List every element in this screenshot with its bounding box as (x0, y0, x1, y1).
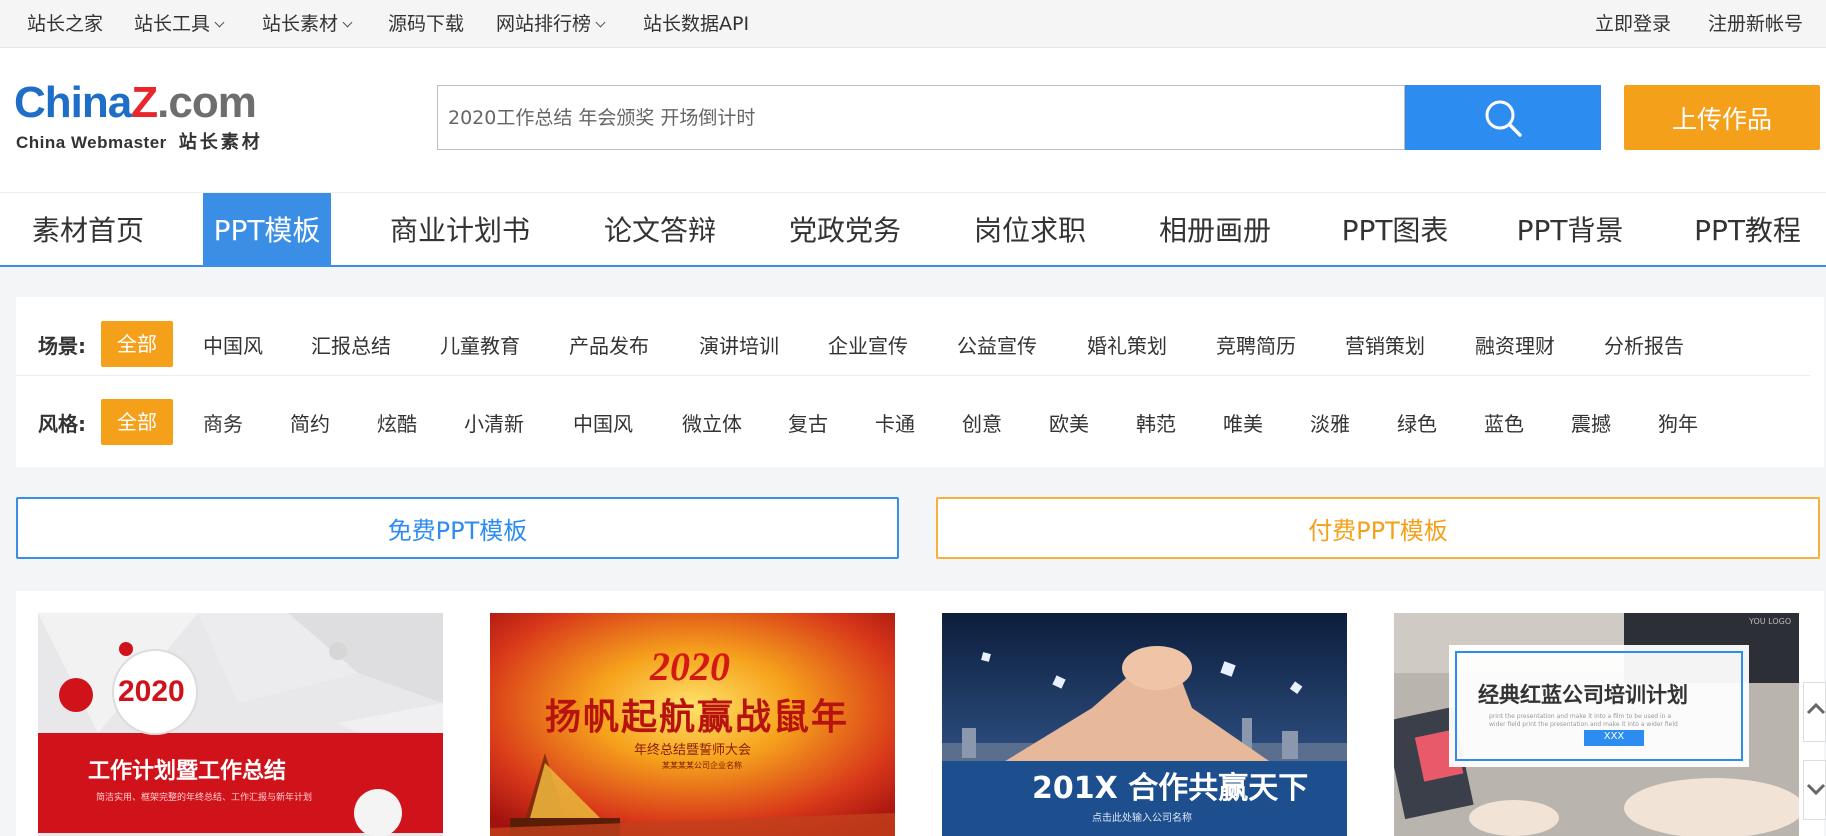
card-year: 2020 (650, 644, 730, 689)
chevron-down-icon (595, 17, 606, 28)
style-option[interactable]: 复古 (788, 408, 828, 437)
topbar-link-tools[interactable]: 站长工具 (134, 9, 225, 36)
style-option[interactable]: 小清新 (464, 408, 524, 437)
upload-button[interactable]: 上传作品 (1624, 85, 1820, 150)
scene-option[interactable]: 婚礼策划 (1087, 330, 1167, 359)
scene-option[interactable]: 竞聘简历 (1216, 330, 1296, 359)
scene-option[interactable]: 儿童教育 (440, 330, 520, 359)
topbar-link-home[interactable]: 站长之家 (27, 9, 103, 36)
style-option[interactable]: 淡雅 (1310, 408, 1350, 437)
card-desc-line: print the presentation and make it into … (1489, 713, 1672, 720)
scene-option[interactable]: 企业宣传 (828, 330, 908, 359)
card-title: 201X 合作共赢天下 (1032, 771, 1309, 806)
card-subtitle: 年终总结暨誓师大会 (634, 743, 752, 758)
style-option[interactable]: 蓝色 (1484, 408, 1524, 437)
scene-option[interactable]: 公益宣传 (957, 330, 1037, 359)
scene-option[interactable]: 中国风 (203, 330, 263, 359)
topbar-link-ranking[interactable]: 网站排行榜 (496, 9, 606, 36)
top-bar: 站长之家 站长工具 站长素材 源码下载 网站排行榜 站长数据API 立即登录 注… (0, 0, 1826, 48)
style-option[interactable]: 微立体 (682, 408, 742, 437)
nav-item-ppt-tutorial[interactable]: PPT教程 (1675, 193, 1820, 265)
style-option[interactable]: 创意 (962, 408, 1002, 437)
template-grid: 2020 工作计划暨工作总结 简洁实用、框架完整的年终总结、工作汇报与新年计划 … (16, 591, 1824, 836)
card-title: 扬帆起航赢战鼠年 (545, 697, 850, 738)
template-card[interactable]: 2020 工作计划暨工作总结 简洁实用、框架完整的年终总结、工作汇报与新年计划 (38, 613, 443, 836)
scene-option[interactable]: 产品发布 (569, 330, 649, 359)
nav-item-home[interactable]: 素材首页 (18, 193, 158, 265)
nav-item-thesis[interactable]: 论文答辩 (590, 193, 730, 265)
category-nav: 素材首页 PPT模板 商业计划书 论文答辩 党政党务 岗位求职 相册画册 PPT… (0, 192, 1826, 267)
topbar-link-source[interactable]: 源码下载 (388, 9, 464, 36)
style-option[interactable]: 震撼 (1571, 408, 1611, 437)
scene-filter-row: 场景: 全部 中国风 汇报总结 儿童教育 产品发布 演讲培训 企业宣传 公益宣传… (16, 297, 1810, 376)
scene-option[interactable]: 融资理财 (1475, 330, 1555, 359)
style-option[interactable]: 商务 (203, 408, 243, 437)
card-title: 工作计划暨工作总结 (88, 759, 287, 784)
scene-filter-label: 场景: (38, 334, 86, 358)
login-link[interactable]: 立即登录 (1595, 9, 1671, 36)
free-templates-tab[interactable]: 免费PPT模板 (16, 497, 899, 559)
chevron-down-icon (214, 17, 225, 28)
logo-subtitle: China Webmaster 站长素材 (16, 132, 263, 152)
scene-option-all[interactable]: 全部 (101, 321, 173, 367)
filter-panel: 场景: 全部 中国风 汇报总结 儿童教育 产品发布 演讲培训 企业宣传 公益宣传… (16, 297, 1824, 467)
style-option-all[interactable]: 全部 (101, 399, 173, 445)
style-option[interactable]: 中国风 (573, 408, 633, 437)
card-subtitle: 简洁实用、框架完整的年终总结、工作汇报与新年计划 (96, 793, 313, 803)
register-link[interactable]: 注册新帐号 (1708, 9, 1803, 36)
search-button[interactable] (1405, 85, 1601, 150)
topbar-link-api[interactable]: 站长数据API (643, 9, 749, 36)
topbar-link-material[interactable]: 站长素材 (262, 9, 353, 36)
scroll-top-button[interactable] (1803, 682, 1826, 742)
arrow-up-icon (1806, 702, 1826, 715)
nav-item-party[interactable]: 党政党务 (775, 193, 915, 265)
search-input[interactable] (438, 86, 1404, 149)
card-title: 经典红蓝公司培训计划 (1478, 683, 1688, 707)
chevron-down-icon (342, 17, 353, 28)
scene-option[interactable]: 分析报告 (1604, 330, 1684, 359)
template-card[interactable]: 经典红蓝公司培训计划 print the presentation and ma… (1394, 613, 1799, 836)
style-option[interactable]: 炫酷 (377, 408, 417, 437)
card-desc-line: wider field print the presentation and m… (1489, 721, 1678, 728)
style-option[interactable]: 韩范 (1136, 408, 1176, 437)
logo-wordmark: ChinaZ.com (14, 78, 257, 127)
nav-item-ppt-background[interactable]: PPT背景 (1500, 193, 1640, 265)
arrow-down-icon (1806, 783, 1826, 796)
style-option[interactable]: 简约 (290, 408, 330, 437)
nav-item-ppt-template[interactable]: PPT模板 (203, 193, 331, 265)
paid-templates-tab[interactable]: 付费PPT模板 (936, 497, 1820, 559)
scene-option[interactable]: 演讲培训 (699, 330, 779, 359)
style-option[interactable]: 唯美 (1223, 408, 1263, 437)
nav-item-ppt-chart[interactable]: PPT图表 (1325, 193, 1465, 265)
nav-item-jobs[interactable]: 岗位求职 (960, 193, 1100, 265)
nav-item-album[interactable]: 相册画册 (1145, 193, 1285, 265)
style-filter-row: 风格: 全部 商务 简约 炫酷 小清新 中国风 微立体 复古 卡通 创意 欧美 … (16, 375, 1810, 453)
site-logo[interactable]: ChinaZ.com China Webmaster 站长素材 (14, 78, 304, 152)
style-option[interactable]: 狗年 (1658, 408, 1698, 437)
style-option[interactable]: 欧美 (1049, 408, 1089, 437)
card-badge: 2020 (118, 675, 185, 708)
search-icon (1485, 100, 1522, 137)
template-card[interactable]: 201X 合作共赢天下 点击此处输入公司名称 (942, 613, 1347, 836)
card-small-text: 某某某某公司企业名称 (662, 761, 742, 770)
header: ChinaZ.com China Webmaster站长素材 上传作品 (0, 48, 1826, 192)
scroll-down-button[interactable] (1803, 760, 1826, 820)
card-subtitle: 点击此处输入公司名称 (1092, 813, 1192, 824)
style-filter-label: 风格: (38, 412, 86, 436)
card-corner-logo: YOU LOGO (1749, 617, 1792, 626)
style-option[interactable]: 卡通 (875, 408, 915, 437)
style-option[interactable]: 绿色 (1397, 408, 1437, 437)
nav-item-business-plan[interactable]: 商业计划书 (380, 193, 540, 265)
scene-option[interactable]: 营销策划 (1345, 330, 1425, 359)
template-card[interactable]: 2020 扬帆起航赢战鼠年 年终总结暨誓师大会 某某某某公司企业名称 (490, 613, 895, 836)
card-button-label: XXX (1603, 731, 1625, 742)
scene-option[interactable]: 汇报总结 (311, 330, 391, 359)
search-box (437, 85, 1405, 150)
